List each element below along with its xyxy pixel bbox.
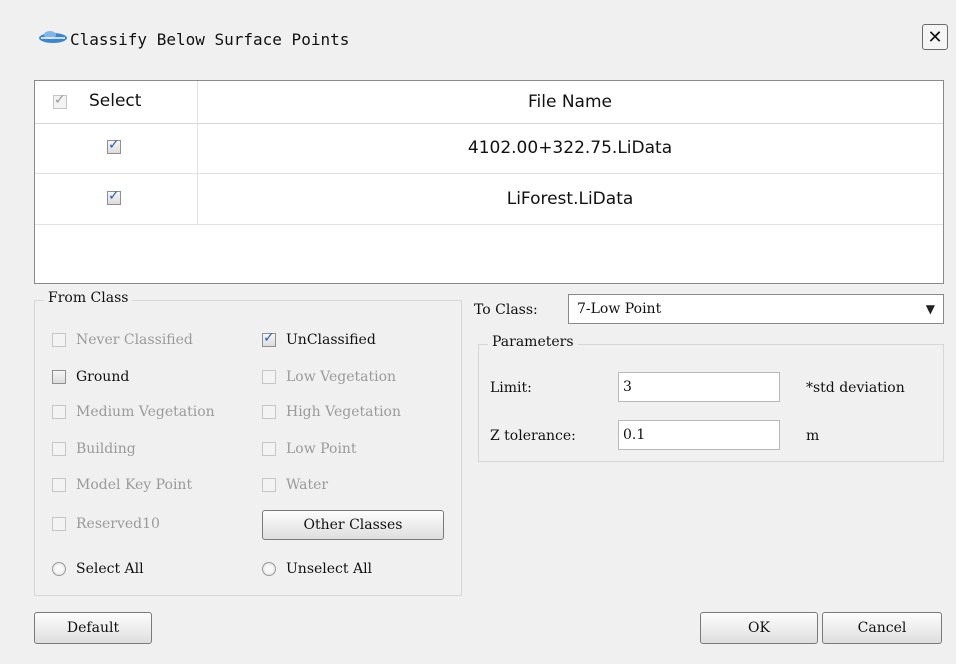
water-checkbox[interactable]: [262, 478, 276, 492]
z-tolerance-input[interactable]: 0.1: [618, 420, 780, 450]
file-name-cell: LiForest.LiData: [506, 189, 634, 209]
model-key-point-label: Model Key Point: [76, 477, 193, 493]
building-checkbox[interactable]: [52, 442, 66, 456]
unselect-all-label: Unselect All: [286, 561, 373, 577]
cancel-button[interactable]: Cancel: [822, 612, 942, 644]
option-reserved10[interactable]: Reserved10: [52, 516, 160, 532]
table-row[interactable]: 4102.00+322.75.LiData: [35, 123, 943, 174]
unclassified-label: UnClassified: [286, 332, 376, 348]
row-select-cell: [35, 174, 198, 224]
option-model-key-point[interactable]: Model Key Point: [52, 477, 192, 493]
parameters-title: Parameters: [488, 334, 578, 350]
select-all-label: Select All: [76, 561, 144, 577]
option-water[interactable]: Water: [262, 477, 328, 493]
reserved10-label: Reserved10: [76, 516, 160, 532]
option-ground[interactable]: Ground: [52, 369, 129, 385]
select-all-radio-option[interactable]: Select All: [52, 561, 144, 577]
ok-button[interactable]: OK: [700, 612, 818, 644]
z-tolerance-label: Z tolerance:: [490, 428, 576, 444]
dropdown-arrow-icon: ▼: [925, 302, 935, 316]
other-classes-button[interactable]: Other Classes: [262, 510, 444, 540]
water-label: Water: [286, 477, 329, 493]
option-never-classified[interactable]: Never Classified: [52, 332, 193, 348]
medium-vegetation-checkbox[interactable]: [52, 405, 66, 419]
classify-dialog: Classify Below Surface Points ✕ Select F…: [0, 0, 956, 664]
select-all-files-checkbox[interactable]: [53, 92, 67, 109]
limit-label: Limit:: [490, 380, 532, 396]
title-bar: Classify Below Surface Points ✕: [0, 0, 956, 72]
never-classified-label: Never Classified: [76, 332, 193, 348]
table-header: Select File Name: [35, 81, 943, 124]
medium-vegetation-label: Medium Vegetation: [76, 404, 215, 420]
unselect-all-radio[interactable]: [262, 562, 276, 576]
row-select-cell: [35, 123, 198, 173]
option-building[interactable]: Building: [52, 441, 136, 457]
select-column-header: Select: [35, 81, 198, 123]
file-name-cell: 4102.00+322.75.LiData: [467, 138, 673, 158]
high-vegetation-label: High Vegetation: [286, 404, 401, 420]
reserved10-checkbox[interactable]: [52, 517, 66, 531]
row-checkbox[interactable]: [107, 188, 121, 205]
file-name-column-header[interactable]: File Name: [197, 81, 943, 123]
option-medium-vegetation[interactable]: Medium Vegetation: [52, 404, 215, 420]
ground-label: Ground: [76, 369, 130, 385]
default-button[interactable]: Default: [34, 612, 152, 644]
table-row[interactable]: LiForest.LiData: [35, 174, 943, 225]
low-point-checkbox[interactable]: [262, 442, 276, 456]
low-point-label: Low Point: [286, 441, 357, 457]
unclassified-checkbox[interactable]: [262, 330, 276, 347]
to-class-label: To Class:: [474, 302, 538, 318]
ground-checkbox[interactable]: [52, 370, 66, 384]
z-tolerance-unit: m: [806, 428, 820, 444]
from-class-title: From Class: [44, 290, 133, 306]
app-logo-icon: [39, 31, 67, 43]
option-unclassified[interactable]: UnClassified: [262, 330, 376, 348]
low-vegetation-checkbox[interactable]: [262, 370, 276, 384]
limit-input[interactable]: 3: [618, 372, 780, 402]
model-key-point-checkbox[interactable]: [52, 478, 66, 492]
file-table: Select File Name 4102.00+322.75.LiData L…: [34, 80, 944, 284]
window-title: Classify Below Surface Points: [70, 30, 350, 49]
to-class-dropdown[interactable]: 7-Low Point ▼: [568, 294, 944, 324]
option-low-vegetation[interactable]: Low Vegetation: [262, 369, 396, 385]
high-vegetation-checkbox[interactable]: [262, 405, 276, 419]
close-icon: ✕: [927, 26, 943, 48]
limit-unit: *std deviation: [806, 380, 905, 396]
select-column-label: Select: [89, 91, 142, 111]
select-all-radio[interactable]: [52, 562, 66, 576]
close-button[interactable]: ✕: [922, 24, 948, 50]
unselect-all-radio-option[interactable]: Unselect All: [262, 561, 372, 577]
never-classified-checkbox[interactable]: [52, 333, 66, 347]
to-class-value: 7-Low Point: [577, 301, 662, 317]
option-low-point[interactable]: Low Point: [262, 441, 357, 457]
row-checkbox[interactable]: [107, 137, 121, 154]
option-high-vegetation[interactable]: High Vegetation: [262, 404, 401, 420]
building-label: Building: [76, 441, 136, 457]
low-vegetation-label: Low Vegetation: [286, 369, 397, 385]
